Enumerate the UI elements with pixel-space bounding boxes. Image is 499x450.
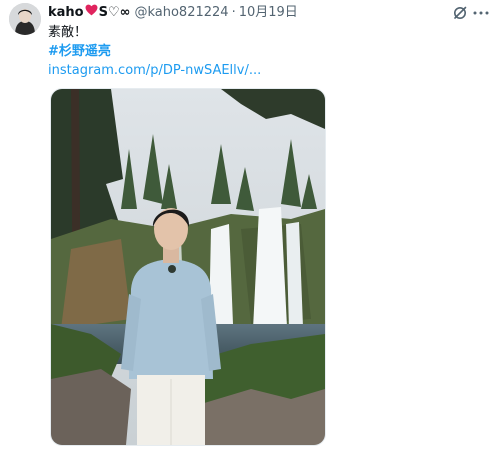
tweet: kaho S♡∞ @kaho821224 · 10月19日 素敵！ #杉野遥亮 …: [0, 0, 499, 450]
heart-icon: [85, 4, 98, 22]
display-name[interactable]: kaho: [48, 4, 84, 22]
more-icon[interactable]: [473, 5, 489, 21]
avatar[interactable]: [9, 3, 41, 35]
user-handle[interactable]: @kaho821224: [134, 4, 228, 22]
tweet-header: kaho S♡∞ @kaho821224 · 10月19日: [48, 4, 298, 22]
tweet-text: 素敵！: [48, 25, 88, 40]
separator: ·: [231, 5, 236, 20]
tweet-date[interactable]: 10月19日: [239, 4, 298, 22]
external-link[interactable]: instagram.com/p/DP-nwSAEllv/...: [48, 62, 261, 80]
hashtag-link[interactable]: #杉野遥亮: [48, 43, 111, 61]
display-name-suffix[interactable]: S♡∞: [99, 4, 131, 22]
grok-icon[interactable]: [452, 5, 468, 21]
tweet-photo[interactable]: [50, 88, 326, 446]
